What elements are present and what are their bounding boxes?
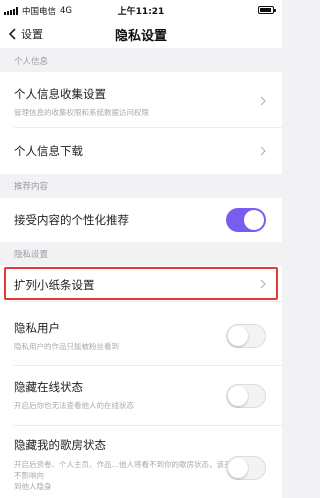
personal-info-collection-row[interactable]: 个人信息收集设置 管理信息的收集权限和系统数据访问权限	[0, 72, 282, 128]
row-description: 隐私用户的作品只能被粉丝看到	[14, 342, 119, 351]
chevron-right-icon	[260, 146, 266, 156]
chevron-right-icon	[260, 96, 266, 106]
hide-karaoke-room-status-toggle[interactable]	[226, 456, 266, 480]
hide-online-status-row: 隐藏在线状态 开启后你也无法查看他人的在线状态	[0, 366, 282, 426]
toggle-knob	[228, 326, 248, 346]
row-title: 扩列小纸条设置	[14, 278, 95, 292]
private-user-toggle[interactable]	[226, 324, 266, 348]
hide-online-status-toggle[interactable]	[226, 384, 266, 408]
section-header-privacy-settings: 隐私设置	[0, 242, 282, 266]
nav-bar: 设置 隐私设置	[0, 20, 282, 48]
personalized-recommendation-row: 接受内容的个性化推荐	[0, 198, 282, 242]
row-description: 开启后资卷、个人主页、作品…他人将看不到你的歌房状态，该开关不影响向	[14, 460, 239, 480]
section-header-recommended-content: 推荐内容	[0, 174, 282, 198]
section-header-personal-info: 个人信息	[0, 50, 282, 72]
row-title: 隐藏在线状态	[14, 380, 83, 394]
row-description: 开启后你也无法查看他人的在线状态	[14, 401, 134, 410]
toggle-knob	[228, 386, 248, 406]
page-title: 隐私设置	[114, 29, 167, 44]
toggle-knob	[228, 458, 248, 478]
expand-list-note-settings-row[interactable]: 扩列小纸条设置	[0, 266, 282, 302]
row-title: 接受内容的个性化推荐	[14, 213, 129, 227]
chevron-right-icon	[260, 279, 266, 289]
personal-info-download-row[interactable]: 个人信息下载	[0, 128, 282, 174]
toggle-knob	[244, 210, 264, 230]
row-description-line2: 到他人隐身	[14, 482, 52, 491]
row-title: 个人信息收集设置	[14, 87, 106, 101]
private-user-row: 隐私用户 隐私用户的作品只能被粉丝看到	[0, 302, 282, 366]
row-title: 隐藏我的歌房状态	[14, 438, 106, 452]
status-bar: 中国电信 4G 上午11:21	[0, 0, 282, 20]
row-title: 个人信息下载	[14, 144, 83, 158]
battery-icon	[258, 6, 276, 14]
status-time: 上午11:21	[117, 7, 165, 17]
personalized-recommendation-toggle[interactable]	[226, 208, 266, 232]
row-title: 隐私用户	[14, 321, 60, 335]
hide-karaoke-room-status-row: 隐藏我的歌房状态 开启后资卷、个人主页、作品…他人将看不到你的歌房状态，该开关不…	[0, 426, 282, 498]
row-description: 管理信息的收集权限和系统数据访问权限	[14, 108, 149, 117]
